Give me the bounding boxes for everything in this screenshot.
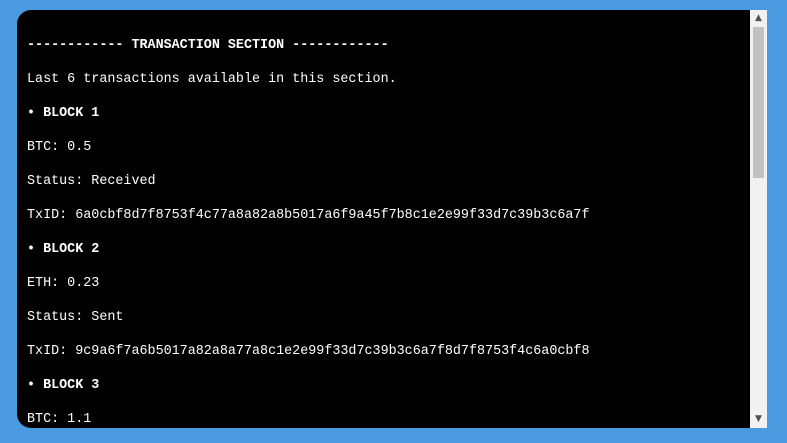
section-header: ------------ TRANSACTION SECTION -------… [27,38,389,53]
block-2-title: • BLOCK 2 [27,242,100,257]
block-1-amount: BTC: 0.5 [27,140,92,155]
scrollbar-thumb[interactable] [753,27,764,178]
block-1-status: Status: Received [27,174,156,189]
scroll-up-icon[interactable]: ▲ [750,10,767,27]
transaction-log: ------------ TRANSACTION SECTION -------… [27,10,747,428]
block-1-txid: TxID: 6a0cbf8d7f8753f4c77a8a82a8b5017a6f… [27,208,590,223]
block-2-txid: TxID: 9c9a6f7a6b5017a82a8a77a8c1e2e99f33… [27,344,590,359]
terminal-window: ------------ TRANSACTION SECTION -------… [17,10,767,428]
block-2-status: Status: Sent [27,310,124,325]
block-1-title: • BLOCK 1 [27,106,100,121]
block-2-amount: ETH: 0.23 [27,276,100,291]
scroll-down-icon[interactable]: ▼ [750,411,767,428]
intro-text: Last 6 transactions available in this se… [27,72,397,87]
block-3-amount: BTC: 1.1 [27,412,92,427]
vertical-scrollbar[interactable]: ▲ ▼ [750,10,767,428]
block-3-title: • BLOCK 3 [27,378,100,393]
